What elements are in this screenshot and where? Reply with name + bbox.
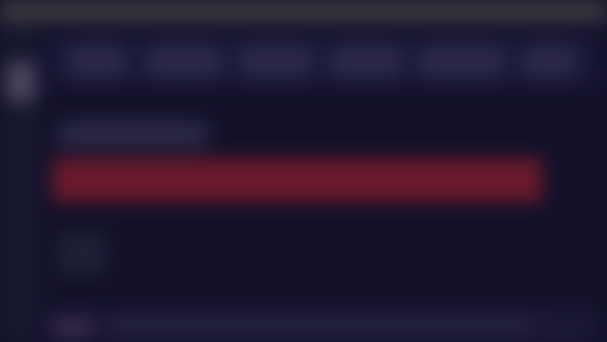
status-chip[interactable] bbox=[52, 318, 92, 336]
section-title bbox=[58, 122, 208, 146]
content-block bbox=[58, 232, 106, 276]
toolbar-button-5[interactable] bbox=[418, 44, 504, 78]
toolbar-button-2[interactable] bbox=[146, 44, 222, 78]
blurred-content-layer bbox=[0, 0, 607, 342]
left-rail bbox=[0, 22, 40, 342]
app-icon[interactable] bbox=[6, 62, 36, 102]
window-titlebar bbox=[0, 0, 607, 22]
toolbar-button-6[interactable] bbox=[522, 44, 576, 78]
app-window bbox=[0, 0, 607, 342]
toolbar-button-3[interactable] bbox=[240, 44, 312, 78]
toolbar-button-4[interactable] bbox=[330, 44, 402, 78]
toolbar-button-1[interactable] bbox=[68, 44, 126, 78]
status-row bbox=[112, 322, 532, 332]
alert-banner bbox=[52, 158, 542, 202]
top-toolbar bbox=[48, 36, 596, 86]
